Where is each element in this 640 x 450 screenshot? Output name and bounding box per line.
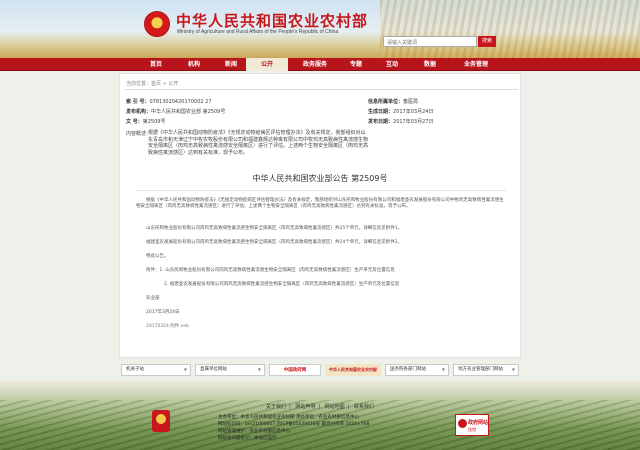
badge-icon (458, 419, 467, 428)
main-nav: 首页 机构 新闻 公开 政务服务 专题 互动 数据 业务管理 (0, 58, 640, 71)
meta-info-unit: 信息所属单位：畜医局 (368, 98, 418, 105)
link-select-local-agri[interactable]: 地方农业管理部门网站 ▼ (453, 364, 519, 376)
footer-link-about[interactable]: 关于我们 (266, 404, 286, 410)
article-paragraph: 特此公告。 (146, 254, 169, 259)
footer-links: 关于我们 | 网站声明 | 网站地图 | 联系我们 (266, 404, 374, 410)
attachment-file-link[interactable]: 20170324 附件.ceb (136, 324, 506, 330)
meta-docno-label: 文 号： (126, 119, 143, 125)
link-label: 机关子站 (126, 367, 144, 372)
meta-issuer: 发布机构：中华人民共和国农业部 第2509号 (126, 108, 225, 115)
party-seal-icon[interactable] (152, 410, 170, 432)
meta-docno: 文 号：第2509号 (126, 118, 165, 125)
meta-issuer-label: 发布机构： (126, 109, 152, 115)
meta-publish-date: 发布日期：2017年03月27日 (368, 118, 433, 125)
footer-link-statement[interactable]: 网站声明 (295, 404, 315, 410)
footer-link-sitemap[interactable]: 网站地图 (325, 404, 345, 410)
meta-issuer-value: 中华人民共和国农业部 第2509号 (151, 109, 226, 115)
link-select-state-council[interactable]: 国务院各部门网站 ▼ (385, 364, 449, 376)
article-panel: 当前位置：首页 > 公开 索 引 号：07813020420170002 27 … (119, 73, 521, 358)
meta-written-date: 生成日期：2017年03月24日 (368, 108, 433, 115)
meta-docno-value: 第2509号 (142, 119, 166, 125)
breadcrumb[interactable]: 当前位置：首页 > 公开 (126, 80, 178, 87)
link-label: 直属单位网站 (200, 367, 227, 372)
site-header: 中华人民共和国农业农村部 Ministry of Agriculture and… (0, 0, 640, 58)
chevron-down-icon: ▼ (511, 367, 515, 372)
footer-visits: 网站访问量统计：本站已运行 (218, 436, 277, 441)
meta-info-label: 信息所属单位： (368, 99, 404, 105)
footer-icp: 网站标识码：bm21000007 京ICP备05039418号 最佳分辨率 10… (218, 422, 370, 427)
gov-portal-logo-link[interactable]: 中国政府网 (269, 364, 321, 376)
meta-written-label: 生成日期： (368, 109, 394, 115)
chevron-down-icon: ▼ (183, 367, 187, 372)
article-paragraph: 福建圣农发展股份有限公司肉鸡无高致病性禽流感生物安全隔离区（肉鸡无高致病性禽流感… (146, 240, 403, 245)
attachment-link-1[interactable]: 附件：1. 山东民和牧业股份有限公司肉鸡无高致病性禽流感生物安全隔离区（肉鸡无高… (136, 268, 506, 274)
search-button[interactable]: 搜索 (478, 36, 496, 47)
search-input[interactable]: 请输入关键词 (383, 36, 477, 47)
ministry-logo-link[interactable]: 中华人民共和国农业农村部 (325, 364, 381, 376)
article-title: 中华人民共和国农业部公告 第2509号 (252, 174, 388, 183)
meta-index-value: 07813020420170002 27 (149, 99, 212, 105)
link-label: 地方农业管理部门网站 (458, 367, 503, 372)
link-select-sub-sites[interactable]: 机关子站 ▼ (121, 364, 191, 376)
link-select-affiliates[interactable]: 直属单位网站 ▼ (195, 364, 265, 376)
header-field-image (380, 0, 640, 58)
chevron-down-icon: ▼ (257, 367, 261, 372)
meta-index: 索 引 号：07813020420170002 27 (126, 98, 212, 105)
content-summary: 根据《中华人民共和国动物防疫法》《无规定动物疫病区评估管理办法》及有关规定，我部… (148, 130, 369, 156)
article-paragraph: 根据《中华人民共和国动物防疫法》《无规定动物疫病区评估管理办法》及有关规定，我部… (136, 198, 504, 209)
chevron-down-icon: ▼ (441, 367, 445, 372)
footer-link-contact[interactable]: 联系我们 (354, 404, 374, 410)
meta-written-value: 2017年03月24日 (393, 109, 434, 115)
nav-public[interactable]: 公开 (246, 58, 288, 71)
badge-subtitle: 找错 (468, 427, 476, 432)
attachment-link-2[interactable]: 2. 福建圣农发展股份有限公司肉鸡无高致病性禽流感生物安全隔离区（肉鸡无高致病性… (136, 282, 506, 288)
related-links-bar: 机关子站 ▼ 直属单位网站 ▼ 中国政府网 中华人民共和国农业农村部 国务院各部门网… (119, 364, 521, 376)
footer-maintainer: 网站管理维护：农业农村部信息中心 (218, 429, 290, 434)
meta-index-label: 索 引 号： (126, 99, 150, 105)
badge-title: 政府网站 (468, 420, 489, 426)
site-subtitle: Ministry of Agriculture and Rural Affair… (177, 29, 339, 35)
site-title[interactable]: 中华人民共和国农业农村部 (176, 10, 368, 31)
article-date: 2017年3月24日 (146, 310, 180, 315)
gov-site-error-badge[interactable]: 政府网站 找错 (455, 414, 489, 436)
national-emblem-icon (144, 11, 170, 37)
meta-pub-value: 2017年03月27日 (393, 119, 434, 125)
meta-info-value: 畜医局 (403, 99, 419, 105)
nav-business[interactable]: 业务管理 (448, 58, 504, 71)
divider (136, 190, 506, 191)
article-signature: 农业部 (146, 296, 160, 301)
footer-sponsor: 主办单位：中华人民共和国农业农村部 承办单位：农业农村部信息中心 (218, 415, 359, 420)
divider (124, 89, 518, 90)
link-label: 国务院各部门网站 (390, 367, 426, 372)
meta-pub-label: 发布日期： (368, 119, 394, 125)
article-paragraph: 山东民和牧业股份有限公司肉鸡无高致病性禽流感生物安全隔离区（肉鸡无高致病性禽流感… (146, 226, 403, 231)
